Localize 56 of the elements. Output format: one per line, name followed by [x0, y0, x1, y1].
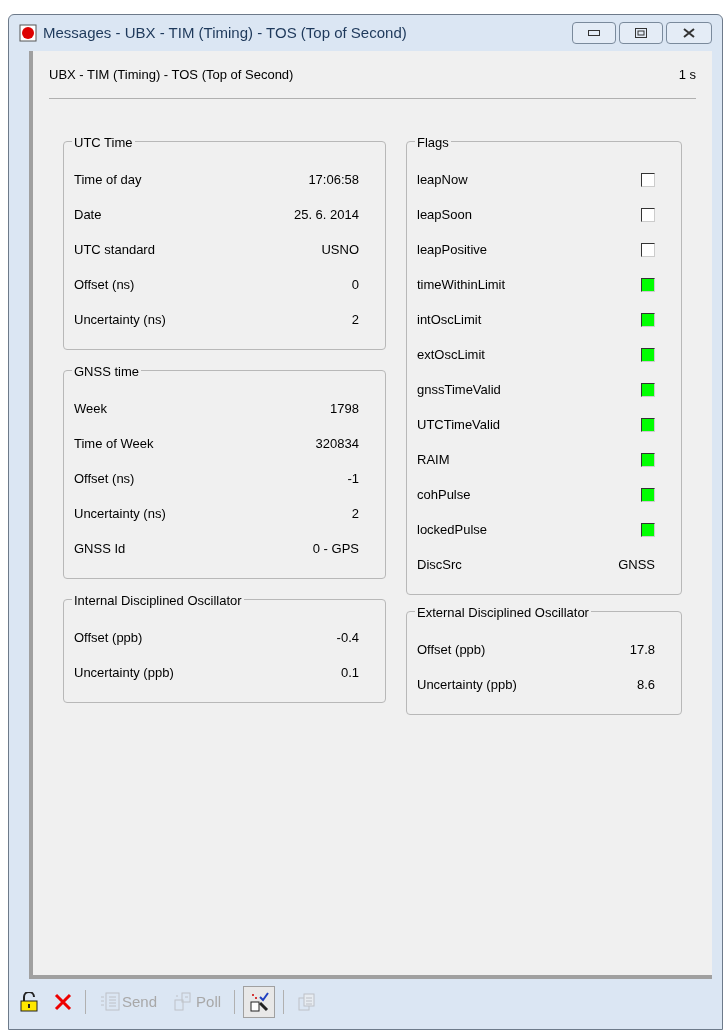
- field-label: DiscSrc: [417, 555, 462, 574]
- field-label: gnssTimeValid: [417, 380, 501, 399]
- lock-icon: [20, 992, 38, 1012]
- minimize-button[interactable]: [572, 22, 616, 44]
- close-button[interactable]: [666, 22, 712, 44]
- field-label: Offset (ns): [74, 275, 135, 294]
- field-value: GNSS: [618, 555, 655, 574]
- field-label: Offset (ppb): [74, 628, 143, 647]
- field-label: Week: [74, 399, 107, 418]
- field-value: 0 - GPS: [312, 539, 359, 558]
- field-value: 2: [351, 504, 359, 523]
- field-value: 17:06:58: [308, 170, 359, 189]
- field-label: RAIM: [417, 450, 450, 469]
- field-value: 2: [351, 310, 359, 329]
- field-label: Uncertainty (ns): [74, 310, 166, 329]
- close-icon: [683, 28, 695, 38]
- field-label: lockedPulse: [417, 520, 488, 539]
- field-label: UTCTimeValid: [417, 415, 501, 434]
- field-label: leapSoon: [417, 205, 472, 224]
- field-label: leapPositive: [417, 240, 488, 259]
- field-label: GNSS Id: [74, 539, 126, 558]
- field-value: USNO: [321, 240, 359, 259]
- copy-icon: [297, 992, 318, 1012]
- field-value: 320834: [315, 434, 359, 453]
- delete-icon: [54, 993, 72, 1011]
- window-title: Messages - UBX - TIM (Timing) - TOS (Top of Second): [43, 22, 408, 43]
- field-value: 1798: [330, 399, 359, 418]
- field-value: -1: [347, 469, 359, 488]
- maximize-button[interactable]: [619, 22, 663, 44]
- field-label: Offset (ppb): [417, 640, 486, 659]
- message-title: UBX - TIM (Timing) - TOS (Top of Second): [49, 65, 294, 84]
- field-value: 0: [351, 275, 359, 294]
- field-label: UTC standard: [74, 240, 155, 259]
- field-label: Uncertainty (ppb): [417, 675, 517, 694]
- field-label: Uncertainty (ns): [74, 504, 166, 523]
- restore-icon: [635, 28, 647, 38]
- field-value: 8.6: [636, 675, 655, 694]
- field-label: Uncertainty (ppb): [74, 663, 174, 682]
- field-label: Time of Week: [74, 434, 154, 453]
- minimize-icon: [588, 30, 600, 36]
- field-value: 25. 6. 2014: [293, 205, 359, 224]
- rate-label: 1 s: [678, 65, 696, 84]
- field-label: Date: [74, 205, 102, 224]
- field-value: 0.1: [340, 663, 359, 682]
- toggle-button[interactable]: [243, 986, 276, 1018]
- app-icon: [19, 24, 37, 42]
- field-label: extOscLimit: [417, 345, 485, 364]
- field-label: Offset (ns): [74, 469, 135, 488]
- field-label: timeWithinLimit: [417, 275, 506, 294]
- field-label: cohPulse: [417, 485, 471, 504]
- field-label: Time of day: [74, 170, 142, 189]
- field-value: 17.8: [629, 640, 655, 659]
- document-icon: [99, 992, 121, 1012]
- field-value: -0.4: [336, 628, 359, 647]
- field-label: leapNow: [417, 170, 468, 189]
- field-label: intOscLimit: [417, 310, 482, 329]
